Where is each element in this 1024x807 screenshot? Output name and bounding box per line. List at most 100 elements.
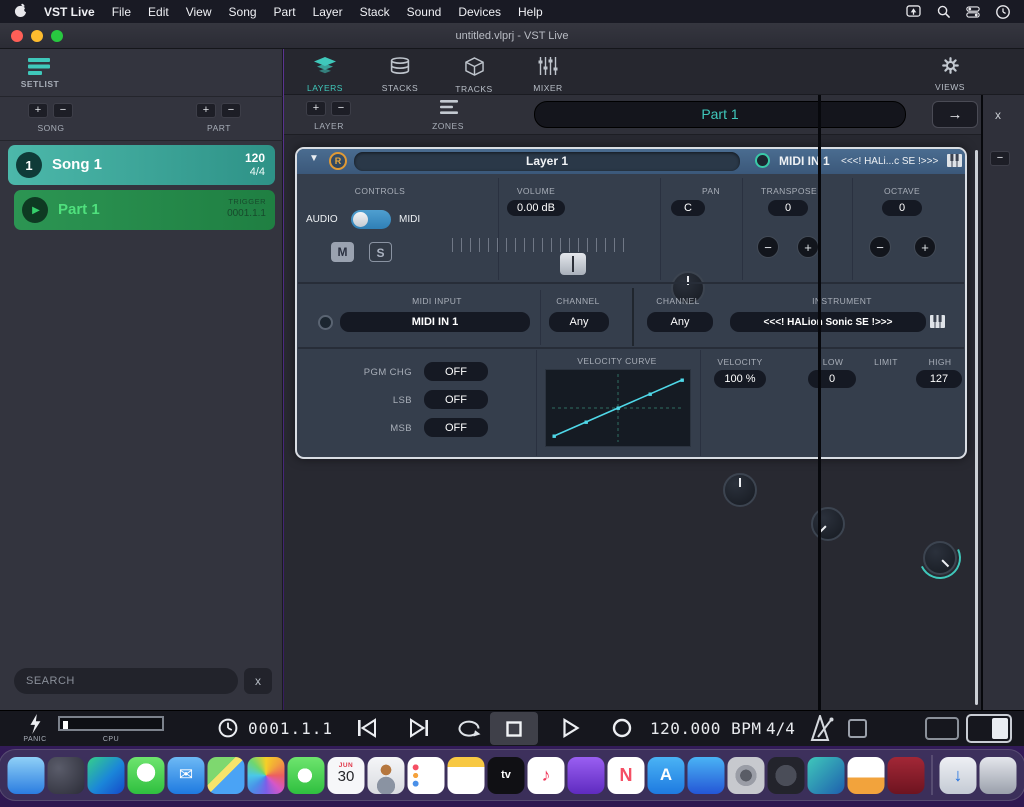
control-center-icon[interactable] <box>966 6 980 18</box>
search-input[interactable] <box>14 668 238 694</box>
panel-splitter[interactable] <box>818 95 821 710</box>
song-list-item[interactable]: 1 Song 1 120 4/4 <box>8 145 275 185</box>
dock-appstore-icon[interactable]: A <box>648 757 685 794</box>
time-signature-display[interactable]: 4/4 <box>766 719 795 738</box>
menu-file[interactable]: File <box>112 5 131 19</box>
transpose-decrement-button[interactable]: − <box>757 236 779 258</box>
dock-reminders-icon[interactable] <box>408 757 445 794</box>
menu-song[interactable]: Song <box>229 5 257 19</box>
record-arm-badge[interactable]: R <box>329 152 347 170</box>
dock-notes-icon[interactable] <box>448 757 485 794</box>
dock-finder-icon[interactable] <box>8 757 45 794</box>
mute-button[interactable]: M <box>331 242 354 262</box>
dock-news-icon[interactable]: N <box>608 757 645 794</box>
transpose-increment-button[interactable]: + <box>797 236 819 258</box>
apple-menu-icon[interactable] <box>14 3 27 21</box>
dock-music-icon[interactable]: ♪ <box>528 757 565 794</box>
menu-part[interactable]: Part <box>274 5 296 19</box>
play-button[interactable] <box>562 718 580 738</box>
metronome-checkbox[interactable] <box>848 719 867 738</box>
volume-slider-track[interactable] <box>452 238 632 252</box>
dock-vstlive-icon[interactable] <box>808 757 845 794</box>
velocity-value[interactable]: 100 % <box>714 370 766 388</box>
dock-books-icon[interactable] <box>848 757 885 794</box>
instrument-piano-icon[interactable] <box>930 315 945 333</box>
skip-to-end-button[interactable] <box>408 718 430 738</box>
menu-stack[interactable]: Stack <box>360 5 390 19</box>
tempo-clock-icon[interactable] <box>218 718 238 738</box>
dock-settings-icon[interactable] <box>728 757 765 794</box>
stop-button[interactable] <box>490 712 538 745</box>
lsb-value[interactable]: OFF <box>424 390 488 409</box>
dock-activation-icon[interactable] <box>888 757 925 794</box>
part-title-field[interactable]: Part 1 <box>534 101 906 128</box>
minimize-button[interactable] <box>31 30 43 42</box>
part-play-icon[interactable]: ▶ <box>22 197 48 223</box>
dock-browser-icon[interactable] <box>88 757 125 794</box>
right-panel-minimize-button[interactable]: − <box>990 151 1010 166</box>
midi-input-select[interactable]: MIDI IN 1 <box>340 312 530 332</box>
collapse-icon[interactable]: ▼ <box>309 153 319 164</box>
spotlight-search-icon[interactable] <box>937 5 950 18</box>
zones-icon[interactable] <box>440 99 458 120</box>
menu-devices[interactable]: Devices <box>458 5 501 19</box>
dock-photos-icon[interactable] <box>248 757 285 794</box>
add-part-button[interactable]: + <box>196 103 216 118</box>
dock-tv-icon[interactable]: tv <box>488 757 525 794</box>
window-layout-toggle-left[interactable] <box>925 717 959 740</box>
window-layout-toggle-right[interactable] <box>966 714 1012 743</box>
vertical-scrollbar[interactable] <box>975 150 978 705</box>
dock-messages-icon[interactable] <box>128 757 165 794</box>
dock-facetime-icon[interactable] <box>288 757 325 794</box>
siri-icon[interactable] <box>996 5 1010 19</box>
remove-part-button[interactable]: − <box>221 103 241 118</box>
add-song-button[interactable]: + <box>28 103 48 118</box>
setlist-label[interactable]: SETLIST <box>10 79 70 89</box>
tab-views[interactable]: VIEWS <box>920 57 980 92</box>
velocity-knob[interactable] <box>723 473 757 507</box>
dock-utility-icon[interactable] <box>768 757 805 794</box>
volume-value[interactable]: 0.00 dB <box>507 200 565 216</box>
tab-mixer[interactable]: MIXER <box>518 57 578 93</box>
dock-contacts-icon[interactable] <box>368 757 405 794</box>
setlist-icon[interactable] <box>28 58 52 80</box>
solo-button[interactable]: S <box>369 242 392 262</box>
channel-select[interactable]: Any <box>549 312 609 332</box>
menu-layer[interactable]: Layer <box>313 5 343 19</box>
dock-trash-icon[interactable] <box>980 757 1017 794</box>
remove-song-button[interactable]: − <box>53 103 73 118</box>
tempo-display[interactable]: 120.000 BPM <box>650 719 761 738</box>
dock-mail-icon[interactable]: ✉ <box>168 757 205 794</box>
low-limit-knob[interactable] <box>811 507 845 541</box>
tab-stacks[interactable]: STACKS <box>370 57 430 93</box>
cycle-loop-button[interactable] <box>456 719 482 738</box>
menu-view[interactable]: View <box>186 5 212 19</box>
velocity-curve-editor[interactable] <box>545 369 691 447</box>
add-layer-button[interactable]: + <box>306 101 326 116</box>
dock-downloads-icon[interactable]: ↓ <box>940 757 977 794</box>
menu-app-name[interactable]: VST Live <box>44 5 95 19</box>
low-value[interactable]: 0 <box>808 370 856 388</box>
dock-testflight-icon[interactable] <box>688 757 725 794</box>
dock-launchpad-icon[interactable] <box>48 757 85 794</box>
menu-edit[interactable]: Edit <box>148 5 169 19</box>
octave-increment-button[interactable]: + <box>914 236 936 258</box>
layer-name-field[interactable]: Layer 1 <box>354 152 740 171</box>
search-clear-button[interactable]: x <box>244 668 272 694</box>
audio-midi-toggle[interactable] <box>351 210 391 229</box>
song-position-display[interactable]: 0001.1.1 <box>248 719 333 738</box>
high-limit-knob[interactable] <box>923 541 957 575</box>
instrument-select[interactable]: <<<! HALion Sonic SE !>>> <box>730 312 926 332</box>
dock-podcasts-icon[interactable] <box>568 757 605 794</box>
header-midi-input[interactable]: MIDI IN 1 <box>779 154 830 168</box>
octave-decrement-button[interactable]: − <box>869 236 891 258</box>
dock-maps-icon[interactable] <box>208 757 245 794</box>
close-button[interactable] <box>11 30 23 42</box>
volume-slider-handle[interactable] <box>560 253 586 275</box>
high-value[interactable]: 127 <box>916 370 962 388</box>
pgm-chg-value[interactable]: OFF <box>424 362 488 381</box>
menu-sound[interactable]: Sound <box>407 5 442 19</box>
panic-button[interactable] <box>28 714 42 734</box>
header-instrument[interactable]: <<<! HALi...c SE !>>> <box>841 156 947 167</box>
pan-value[interactable]: C <box>671 200 705 216</box>
